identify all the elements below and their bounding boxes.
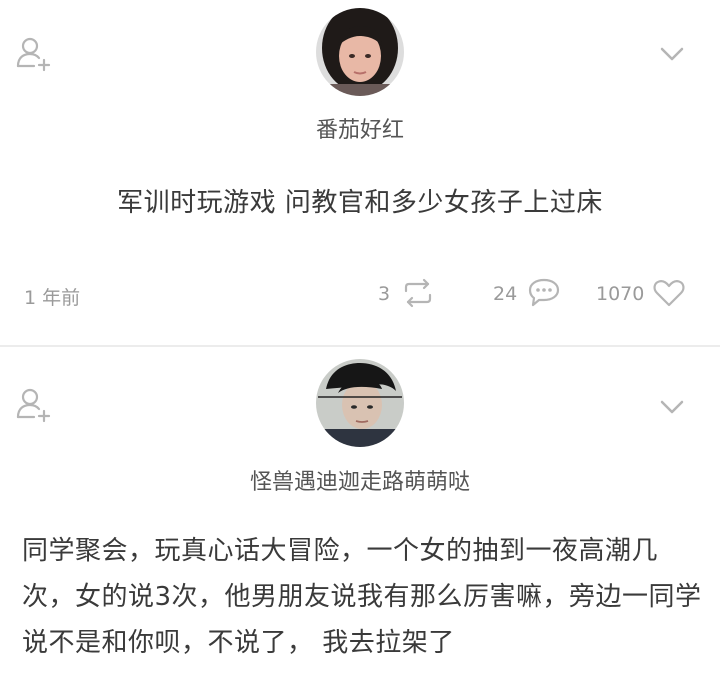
- post-text: 同学聚会，玩真心话大冒险，一个女的抽到一夜高潮几次，女的说3次，他男朋友说我有那…: [22, 536, 702, 658]
- add-user-icon[interactable]: [14, 385, 54, 425]
- like-count: 1070: [596, 283, 645, 305]
- post-text: 军训时玩游戏 问教官和多少女孩子上过床: [117, 188, 603, 218]
- comment-icon[interactable]: [526, 277, 562, 309]
- add-user-icon[interactable]: [14, 34, 54, 74]
- repost-count: 3: [378, 283, 391, 305]
- avatar[interactable]: [316, 8, 404, 96]
- repost-icon[interactable]: [400, 277, 436, 309]
- timestamp: 1 年前: [24, 287, 81, 309]
- username[interactable]: 番茄好红: [0, 112, 720, 144]
- post-card: 番茄好红 军训时玩游戏 问教官和多少女孩子上过床 1 年前 3 24 1070: [0, 0, 720, 345]
- chevron-down-icon[interactable]: [656, 40, 688, 68]
- username[interactable]: 怪兽遇迪迦走路萌萌哒: [0, 464, 720, 496]
- comment-count: 24: [493, 283, 518, 305]
- chevron-down-icon[interactable]: [656, 393, 688, 421]
- post-card: 怪兽遇迪迦走路萌萌哒 同学聚会，玩真心话大冒险，一个女的抽到一夜高潮几次，女的说…: [0, 347, 720, 684]
- avatar[interactable]: [316, 359, 404, 447]
- heart-icon[interactable]: [652, 278, 686, 308]
